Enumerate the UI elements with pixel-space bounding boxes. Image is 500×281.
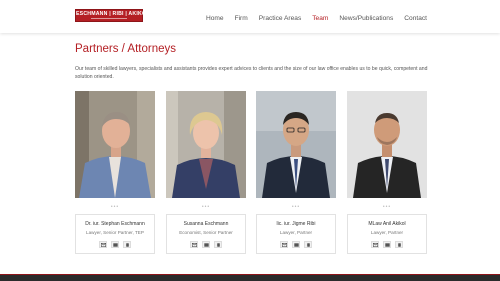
member-name: Susanna Eschmann: [183, 221, 229, 227]
contact-icons: [348, 241, 426, 248]
divider-dots: •••: [382, 204, 392, 210]
logo[interactable]: ESCHMANN | RIBI | AKIKOL: [75, 9, 150, 22]
portrait-photo[interactable]: [256, 91, 336, 198]
member-role: Lawyer, Partner: [279, 230, 313, 235]
member-role: Lawyer, Senior Partner, TEP: [86, 230, 144, 235]
main-nav: Home Firm Practice Areas Team News/Publi…: [206, 15, 427, 22]
nav-team[interactable]: Team: [312, 15, 328, 22]
contact-icons: [167, 241, 245, 248]
member-role: Lawyer, Partner: [370, 230, 404, 235]
member-name: lic. iur. Jigme Ribi: [276, 221, 316, 227]
phone-icon[interactable]: [123, 241, 131, 248]
email-icon[interactable]: [190, 241, 198, 248]
member-name: MLaw Anil Akikol: [368, 221, 406, 227]
portrait-photo[interactable]: [347, 91, 427, 198]
card-icon[interactable]: [111, 241, 119, 248]
nav-practice-areas[interactable]: Practice Areas: [259, 15, 302, 22]
phone-icon[interactable]: [214, 241, 222, 248]
divider-dots: •••: [110, 204, 120, 210]
member-role: Economist, Senior Partner: [179, 230, 233, 235]
member-info: Dr. iur. Stephan Eschmann Lawyer, Senior…: [75, 214, 155, 254]
page-title: Partners / Attorneys: [75, 43, 176, 55]
phone-icon[interactable]: [395, 241, 403, 248]
email-icon[interactable]: [371, 241, 379, 248]
nav-contact[interactable]: Contact: [404, 15, 427, 22]
team-card: ••• MLaw Anil Akikol Lawyer, Partner: [347, 91, 427, 255]
nav-firm[interactable]: Firm: [235, 15, 248, 22]
team-card: ••• Dr. iur. Stephan Eschmann Lawyer, Se…: [75, 91, 155, 255]
logo-underline: [91, 18, 127, 20]
member-info: MLaw Anil Akikol Lawyer, Partner: [347, 214, 427, 254]
team-grid: ••• Dr. iur. Stephan Eschmann Lawyer, Se…: [75, 91, 427, 255]
card-icon[interactable]: [202, 241, 210, 248]
email-icon[interactable]: [280, 241, 288, 248]
divider-dots: •••: [291, 204, 301, 210]
card-icon[interactable]: [292, 241, 300, 248]
member-info: Susanna Eschmann Economist, Senior Partn…: [166, 214, 246, 254]
email-icon[interactable]: [99, 241, 107, 248]
phone-icon[interactable]: [304, 241, 312, 248]
member-info: lic. iur. Jigme Ribi Lawyer, Partner: [256, 214, 336, 254]
portrait-photo[interactable]: [75, 91, 155, 198]
top-bar: ESCHMANN | RIBI | AKIKOL Home Firm Pract…: [0, 0, 500, 33]
divider-dots: •••: [201, 204, 211, 210]
logo-text: ESCHMANN | RIBI | AKIKOL: [76, 11, 150, 17]
team-card: ••• Susanna Eschmann Economist, Senior P…: [166, 91, 246, 255]
portrait-photo[interactable]: [166, 91, 246, 198]
intro-text: Our team of skilled lawyers, specialists…: [75, 66, 428, 80]
member-name: Dr. iur. Stephan Eschmann: [85, 221, 145, 227]
nav-news-publications[interactable]: News/Publications: [339, 15, 393, 22]
nav-home[interactable]: Home: [206, 15, 224, 22]
footer-bar: [0, 274, 500, 281]
card-icon[interactable]: [383, 241, 391, 248]
contact-icons: [76, 241, 154, 248]
contact-icons: [257, 241, 335, 248]
team-card: ••• lic. iur. Jigme Ribi Lawyer, Partner: [256, 91, 336, 255]
